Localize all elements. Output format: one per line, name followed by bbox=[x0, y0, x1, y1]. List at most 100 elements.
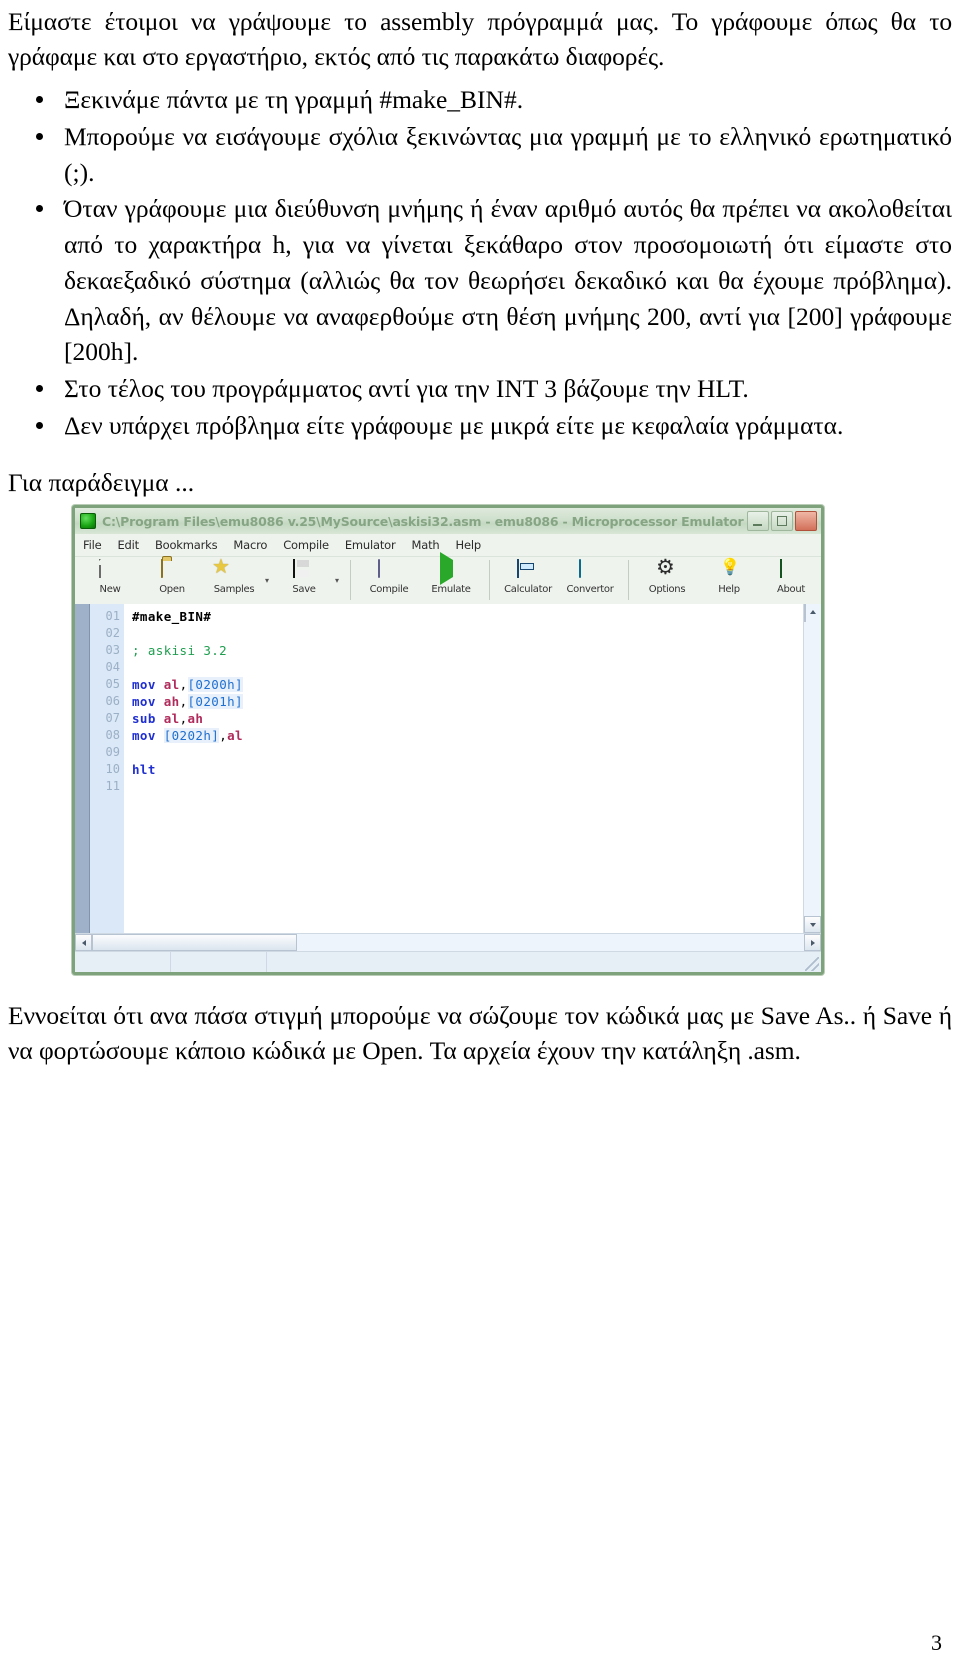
toolbar-about-button[interactable]: About bbox=[760, 559, 821, 595]
about-icon bbox=[780, 559, 802, 582]
toolbar-compile-label: Compile bbox=[369, 584, 409, 595]
minimize-button[interactable] bbox=[747, 511, 769, 531]
line-number-gutter: 01 02 03 04 05 06 07 08 09 10 11 bbox=[90, 604, 124, 933]
menu-file[interactable]: File bbox=[83, 538, 102, 552]
line-number: 03 bbox=[105, 643, 120, 657]
toolbar-help-label: Help bbox=[718, 584, 740, 595]
toolbar-emulate-label: Emulate bbox=[431, 584, 471, 595]
status-cell-2 bbox=[171, 952, 267, 972]
menu-math[interactable]: Math bbox=[412, 538, 440, 552]
line-number: 09 bbox=[105, 745, 120, 759]
editor-area[interactable]: 01 02 03 04 05 06 07 08 09 10 11 #make_B… bbox=[75, 604, 821, 933]
hscroll-thumb[interactable] bbox=[92, 934, 297, 951]
toolbar-group-tools: Calculator Convertor bbox=[497, 559, 621, 595]
scroll-right-button[interactable] bbox=[804, 934, 821, 951]
save-dropdown-arrow-icon[interactable]: ▾ bbox=[335, 576, 343, 585]
code-line: mov al,[0200h] bbox=[132, 676, 821, 693]
line-number: 10 bbox=[105, 762, 120, 776]
code-token: al bbox=[163, 677, 180, 692]
resize-grip-icon[interactable] bbox=[805, 957, 819, 971]
scroll-left-button[interactable] bbox=[75, 934, 92, 951]
list-item: Όταν γράφουμε μια διεύθυνση μνήμης ή ένα… bbox=[8, 191, 952, 369]
maximize-button[interactable] bbox=[771, 511, 793, 531]
bookmark-gutter[interactable] bbox=[75, 604, 90, 933]
toolbar-about-label: About bbox=[776, 584, 806, 595]
code-token: mov bbox=[132, 677, 164, 692]
toolbar-compile-button[interactable]: Compile bbox=[358, 559, 420, 595]
code-text[interactable]: #make_BIN# ; askisi 3.2 mov al,[0200h] mo… bbox=[124, 604, 821, 933]
toolbar-calculator-button[interactable]: Calculator bbox=[497, 559, 559, 595]
toolbar-open-label: Open bbox=[159, 584, 185, 595]
menu-bookmarks[interactable]: Bookmarks bbox=[155, 538, 218, 552]
emu8086-icon bbox=[80, 513, 96, 529]
compile-icon bbox=[378, 559, 400, 582]
scroll-down-button[interactable] bbox=[804, 916, 821, 933]
toolbar-new-button[interactable]: New bbox=[79, 559, 141, 595]
editor-vertical-scrollbar[interactable] bbox=[803, 604, 821, 933]
toolbar-separator bbox=[489, 560, 490, 600]
play-icon bbox=[440, 552, 462, 585]
open-folder-icon bbox=[161, 559, 183, 582]
code-token: , bbox=[179, 694, 188, 709]
window-titlebar: C:\Program Files\emu8086 v.25\MySource\a… bbox=[75, 508, 821, 534]
menu-macro[interactable]: Macro bbox=[233, 538, 267, 552]
toolbar-samples-label: Samples bbox=[213, 584, 255, 595]
statusbar bbox=[75, 951, 821, 972]
code-token: #make_BIN# bbox=[132, 609, 212, 624]
toolbar-options-button[interactable]: Options bbox=[636, 560, 698, 595]
document-page: Είμαστε έτοιμοι να γράψουμε το assembly … bbox=[0, 0, 960, 1678]
code-token: al bbox=[163, 711, 180, 726]
menu-edit[interactable]: Edit bbox=[117, 538, 139, 552]
close-button[interactable] bbox=[795, 511, 817, 531]
toolbar-save-label: Save bbox=[292, 584, 316, 595]
editor-horizontal-scrollbar[interactable] bbox=[75, 933, 821, 951]
code-token: ah bbox=[163, 694, 180, 709]
menu-compile[interactable]: Compile bbox=[283, 538, 329, 552]
floppy-disk-icon bbox=[293, 559, 315, 582]
code-line: mov ah,[0201h] bbox=[132, 693, 821, 710]
status-cell-1 bbox=[75, 952, 171, 972]
scroll-up-button[interactable] bbox=[804, 604, 806, 622]
menu-help[interactable]: Help bbox=[456, 538, 482, 552]
code-line: sub al,ah bbox=[132, 710, 821, 727]
code-line: ; askisi 3.2 bbox=[132, 642, 821, 659]
toolbar-separator bbox=[628, 560, 629, 600]
calculator-icon bbox=[517, 559, 539, 582]
footer-section: Εννοείται ότι ανα πάσα στιγμή μπορούμε ν… bbox=[8, 998, 952, 1070]
intro-section: Είμαστε έτοιμοι να γράψουμε το assembly … bbox=[8, 4, 952, 500]
toolbar-calculator-label: Calculator bbox=[504, 584, 552, 595]
toolbar-group-file: New Open Samples ▾ Save ▾ bbox=[79, 559, 343, 595]
line-number: 02 bbox=[105, 626, 120, 640]
code-token: ; askisi 3.2 bbox=[132, 643, 228, 658]
toolbar-convertor-button[interactable]: Convertor bbox=[559, 559, 621, 595]
window-title: C:\Program Files\emu8086 v.25\MySource\a… bbox=[102, 513, 747, 529]
toolbar-samples-button[interactable]: Samples bbox=[203, 560, 265, 595]
menu-emulator[interactable]: Emulator bbox=[345, 538, 396, 552]
toolbar-convertor-label: Convertor bbox=[566, 584, 614, 595]
code-token: , bbox=[179, 711, 188, 726]
code-line: mov [0202h],al bbox=[132, 727, 821, 744]
list-item: Μπορούμε να εισάγουμε σχόλια ξεκινώντας … bbox=[8, 119, 952, 190]
code-token: , bbox=[219, 728, 228, 743]
rules-bullet-list: Ξεκινάμε πάντα με τη γραμμή #make_BIN#. … bbox=[8, 82, 952, 443]
code-token: [0202h] bbox=[163, 728, 220, 743]
page-number: 3 bbox=[931, 1630, 942, 1655]
footer-paragraph: Εννοείται ότι ανα πάσα στιγμή μπορούμε ν… bbox=[8, 1001, 952, 1066]
code-token: al bbox=[227, 728, 243, 743]
toolbar-help-button[interactable]: Help bbox=[698, 560, 760, 595]
toolbar-save-button[interactable]: Save bbox=[273, 559, 335, 595]
window-controls bbox=[747, 511, 819, 531]
toolbar-open-button[interactable]: Open bbox=[141, 559, 203, 595]
toolbar-emulate-button[interactable]: Emulate bbox=[420, 552, 482, 595]
emu8086-window: C:\Program Files\emu8086 v.25\MySource\a… bbox=[72, 505, 824, 975]
code-token: [0200h] bbox=[187, 677, 243, 692]
hscroll-track[interactable] bbox=[297, 934, 804, 951]
toolbar-separator bbox=[350, 560, 351, 600]
line-number: 08 bbox=[105, 728, 120, 742]
list-item: Δεν υπάρχει πρόβλημα είτε γράφουμε με μι… bbox=[8, 408, 952, 444]
samples-dropdown-arrow-icon[interactable]: ▾ bbox=[265, 576, 273, 585]
code-token: ah bbox=[187, 711, 204, 726]
